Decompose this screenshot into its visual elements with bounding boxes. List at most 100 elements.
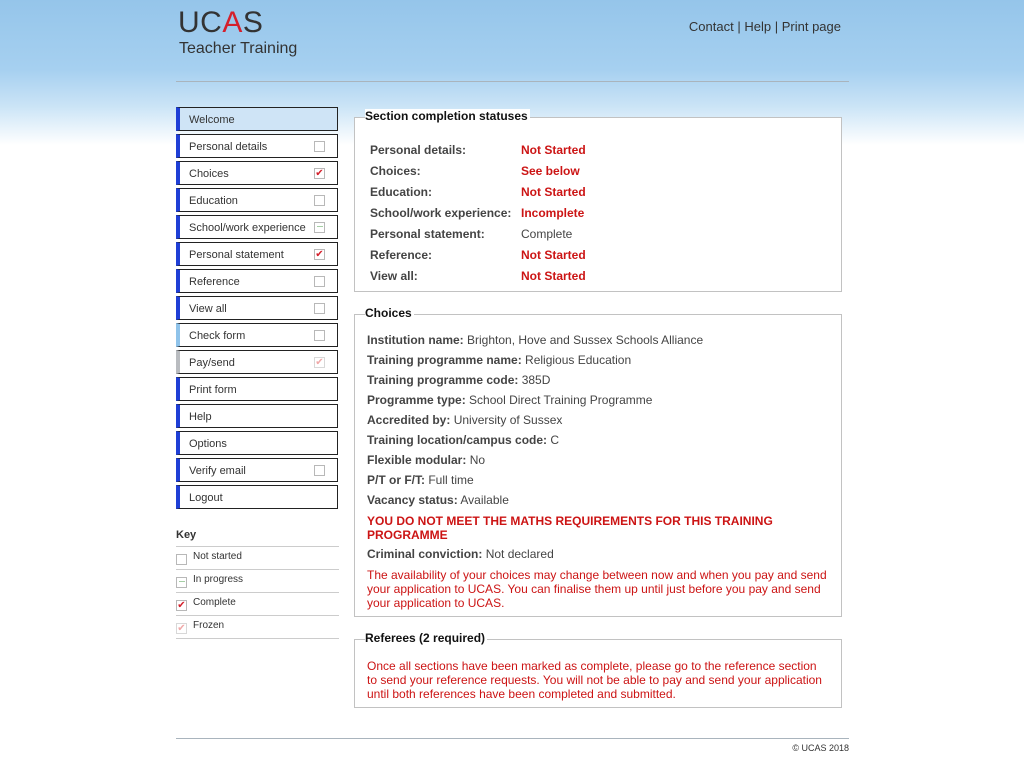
status-value: Not Started: [521, 185, 586, 199]
choice-detail-value: No: [469, 453, 486, 467]
status-table: Personal details: Not Started Choices: See …: [370, 143, 586, 290]
status-value: Not Started: [521, 248, 586, 262]
empty-checkbox-icon: [314, 195, 325, 206]
key-row: ✔ Complete: [176, 593, 339, 616]
sidebar-item-label: Verify email: [189, 465, 246, 477]
sidebar-item-print-form[interactable]: Print form: [176, 377, 338, 401]
logo-subtitle: Teacher Training: [179, 40, 298, 57]
logo-text-c: S: [242, 6, 264, 39]
key-row-label: Not started: [193, 551, 242, 562]
help-link[interactable]: Help: [744, 19, 771, 34]
key-row: ✔ Frozen: [176, 616, 339, 639]
status-label: School/work experience:: [370, 206, 512, 220]
sidebar-item-education[interactable]: Education: [176, 188, 338, 212]
status-row: School/work experience: Incomplete: [370, 206, 586, 227]
sidebar-item-school-work-experience[interactable]: School/work experience ···: [176, 215, 338, 239]
in-progress-checkbox-icon: ···: [176, 577, 187, 588]
status-row: Reference: Not Started: [370, 248, 586, 269]
sidebar-item-verify-email[interactable]: Verify email: [176, 458, 338, 482]
sidebar-item-pay-send[interactable]: Pay/send ✔: [176, 350, 338, 374]
choice-detail-label: Programme type:: [367, 393, 466, 407]
sidebar-item-logout[interactable]: Logout: [176, 485, 338, 509]
key-row-label: In progress: [193, 574, 244, 585]
status-value: Incomplete: [521, 206, 585, 220]
choice-detail-row: P/T or F/T: Full time: [367, 473, 827, 493]
status-value: Complete: [521, 227, 573, 241]
empty-checkbox-icon: [314, 276, 325, 287]
status-row: Education: Not Started: [370, 185, 586, 206]
referees-panel: Referees (2 required) Once all sections …: [354, 631, 842, 708]
section-statuses-title: Section completion statuses: [365, 109, 530, 123]
choice-detail-value: Brighton, Hove and Sussex Schools Allian…: [467, 333, 704, 347]
complete-checkbox-icon: ✔: [176, 600, 187, 611]
print-page-link[interactable]: Print page: [782, 19, 841, 34]
choice-detail-row: Programme type: School Direct Training P…: [367, 393, 827, 413]
top-links: Contact | Help | Print page: [689, 19, 841, 34]
choices-panel: Choices Institution name: Brighton, Hove…: [354, 306, 842, 617]
sidebar-item-personal-details[interactable]: Personal details: [176, 134, 338, 158]
choice-detail-row: Vacancy status: Available: [367, 493, 827, 513]
status-value: See below: [521, 164, 580, 178]
status-value: Not Started: [521, 143, 586, 157]
choice-detail-value: Available: [460, 493, 509, 507]
sidebar-item-label: Options: [189, 438, 227, 450]
choice-detail-value: School Direct Training Programme: [469, 393, 653, 407]
criminal-conviction-value: Not declared: [485, 547, 554, 561]
choices-title: Choices: [365, 306, 414, 320]
section-statuses-panel: Section completion statuses Personal det…: [354, 109, 842, 292]
status-label: View all:: [370, 269, 418, 283]
sidebar-item-label: Welcome: [189, 114, 235, 126]
link-separator: |: [774, 19, 779, 34]
empty-checkbox-icon: [314, 330, 325, 341]
sidebar-item-check-form[interactable]: Check form: [176, 323, 338, 347]
choice-detail-value: 385D: [521, 373, 551, 387]
complete-checkbox-icon: ✔: [314, 168, 325, 179]
empty-checkbox-icon: [314, 303, 325, 314]
choice-detail-row: Training programme name: Religious Educa…: [367, 353, 827, 373]
status-label: Reference:: [370, 248, 433, 262]
site-header: UCAS Teacher Training Contact | Help | P…: [176, 0, 849, 82]
sidebar-item-label: Pay/send: [189, 357, 235, 369]
sidebar-item-choices[interactable]: Choices ✔: [176, 161, 338, 185]
sidebar-item-view-all[interactable]: View all: [176, 296, 338, 320]
choice-detail-value: C: [550, 433, 560, 447]
status-label: Choices:: [370, 164, 421, 178]
choice-detail-row: Training programme code: 385D: [367, 373, 827, 393]
key-title: Key: [176, 529, 339, 547]
status-row: View all: Not Started: [370, 269, 586, 290]
empty-checkbox-icon: [176, 554, 187, 565]
maths-requirement-warning: YOU DO NOT MEET THE MATHS REQUIREMENTS F…: [367, 514, 773, 542]
ucas-logo[interactable]: UCAS: [178, 6, 263, 40]
sidebar-item-reference[interactable]: Reference: [176, 269, 338, 293]
choice-detail-value: Full time: [428, 473, 474, 487]
contact-link[interactable]: Contact: [689, 19, 734, 34]
choice-detail-row: Accredited by: University of Sussex: [367, 413, 827, 433]
sidebar-item-personal-statement[interactable]: Personal statement ✔: [176, 242, 338, 266]
key-row: Not started: [176, 547, 339, 570]
choice-detail-row: Training location/campus code: C: [367, 433, 827, 453]
choice-detail-label: Training location/campus code:: [367, 433, 548, 447]
logo-text-a: UC: [178, 6, 223, 39]
choice-detail-label: Flexible modular:: [367, 453, 467, 467]
choice-detail-row: Flexible modular: No: [367, 453, 827, 473]
sidebar-item-welcome[interactable]: Welcome: [176, 107, 338, 131]
sidebar-item-help[interactable]: Help: [176, 404, 338, 428]
empty-checkbox-icon: [314, 465, 325, 476]
choice-detail-label: P/T or F/T:: [367, 473, 425, 487]
availability-notice: The availability of your choices may cha…: [367, 568, 827, 610]
status-label: Personal statement:: [370, 227, 485, 241]
status-label: Education:: [370, 185, 432, 199]
complete-checkbox-icon: ✔: [314, 249, 325, 260]
criminal-conviction-label: Criminal conviction:: [367, 547, 483, 561]
key-row-label: Frozen: [193, 620, 225, 631]
sidebar-item-label: Logout: [189, 492, 223, 504]
status-row: Personal statement: Complete: [370, 227, 586, 248]
sidebar-item-options[interactable]: Options: [176, 431, 338, 455]
status-value: Not Started: [521, 269, 586, 283]
in-progress-checkbox-icon: ···: [314, 222, 325, 233]
sidebar-item-label: Personal statement: [189, 249, 284, 261]
status-row: Personal details: Not Started: [370, 143, 586, 164]
choice-detail-label: Accredited by:: [367, 413, 451, 427]
key-row-label: Complete: [193, 597, 236, 608]
choices-details: Institution name: Brighton, Hove and Sus…: [367, 333, 827, 610]
